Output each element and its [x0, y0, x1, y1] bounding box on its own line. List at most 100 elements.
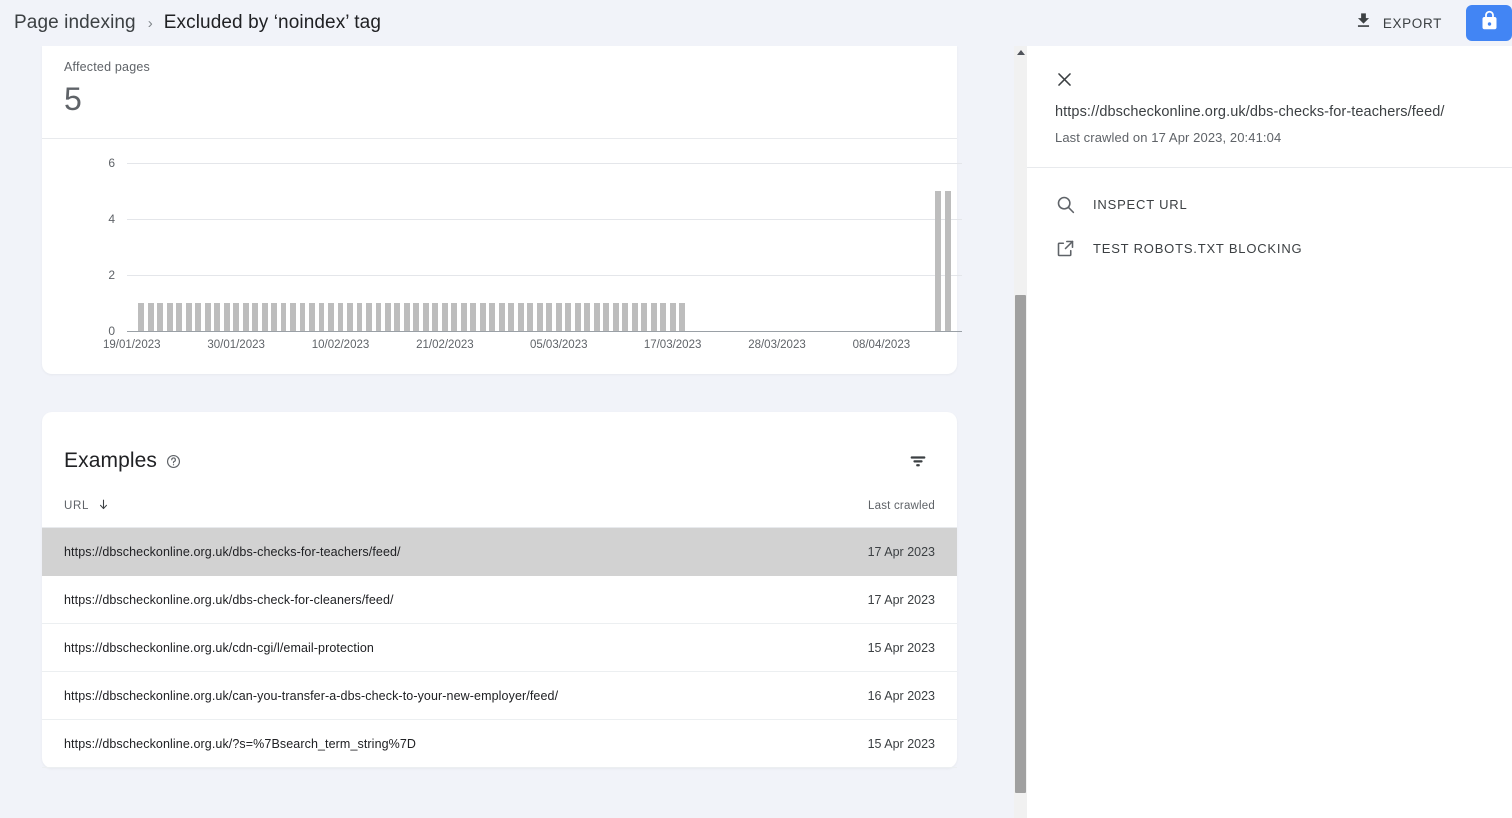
- chart-bar[interactable]: [451, 303, 458, 331]
- chart-bar[interactable]: [309, 303, 315, 331]
- chart-bar[interactable]: [328, 303, 334, 331]
- filter-icon[interactable]: [901, 444, 935, 478]
- chart-bar[interactable]: [138, 303, 145, 331]
- chart-bar[interactable]: [527, 303, 534, 331]
- chart-bar[interactable]: [356, 303, 363, 331]
- chart-bar[interactable]: [489, 303, 496, 331]
- chart-bar[interactable]: [337, 303, 344, 331]
- chart-bar[interactable]: [347, 303, 353, 331]
- table-row[interactable]: https://dbscheckonline.org.uk/cdn-cgi/l/…: [42, 624, 957, 672]
- chart-bar[interactable]: [176, 303, 183, 331]
- scrollbar-thumb[interactable]: [1015, 295, 1026, 793]
- chart-bar[interactable]: [280, 303, 287, 331]
- chart-bar[interactable]: [394, 303, 401, 331]
- lock-icon: [1479, 10, 1500, 36]
- chart-bar[interactable]: [366, 303, 372, 331]
- chart-bar[interactable]: [631, 303, 638, 331]
- inspect-url-label: INSPECT URL: [1093, 196, 1188, 212]
- column-header-url[interactable]: URL: [64, 498, 110, 514]
- chart-bar[interactable]: [384, 303, 391, 331]
- chart-bar[interactable]: [271, 303, 277, 331]
- chart-bar[interactable]: [204, 303, 211, 331]
- test-robots-txt-blocking-action[interactable]: TEST ROBOTS.TXT BLOCKING: [1027, 226, 1512, 270]
- chart-bar[interactable]: [299, 303, 306, 331]
- export-button[interactable]: EXPORT: [1346, 6, 1450, 40]
- chart-bar[interactable]: [641, 303, 648, 331]
- chart-bar[interactable]: [223, 303, 230, 331]
- sort-descending-arrow-icon: [97, 498, 110, 514]
- chart-bar[interactable]: [660, 303, 667, 331]
- chart-bar[interactable]: [195, 303, 202, 331]
- chart-bar[interactable]: [622, 303, 629, 331]
- table-row[interactable]: https://dbscheckonline.org.uk/can-you-tr…: [42, 672, 957, 720]
- chart-bar[interactable]: [375, 303, 382, 331]
- chart-bar[interactable]: [252, 303, 259, 331]
- examples-table-header: URL Last crawled: [42, 484, 957, 528]
- chart-bar[interactable]: [669, 303, 676, 331]
- chart-bar[interactable]: [612, 303, 619, 331]
- chart-x-axis-labels: 19/01/2023 30/01/2023 10/02/2023 21/02/2023…: [103, 339, 962, 359]
- chart-bar[interactable]: [214, 303, 221, 331]
- breadcrumb-separator-icon: ›: [147, 14, 153, 32]
- chart-bar[interactable]: [508, 303, 515, 331]
- chart-bar[interactable]: [944, 191, 951, 331]
- chart-bar[interactable]: [432, 303, 439, 331]
- security-lock-button[interactable]: [1466, 5, 1512, 41]
- table-row-url: https://dbscheckonline.org.uk/can-you-tr…: [64, 688, 559, 703]
- chart-bar[interactable]: [565, 303, 572, 331]
- main-content-scroll-area: Affected pages 5 0 2 4 6 19/01/2023 30/01/20…: [0, 46, 1015, 818]
- chart-bar[interactable]: [185, 303, 192, 331]
- inspect-url-action[interactable]: INSPECT URL: [1027, 182, 1512, 226]
- chart-bar[interactable]: [422, 303, 429, 331]
- chart-bar[interactable]: [593, 303, 600, 331]
- table-row-last-crawled: 16 Apr 2023: [867, 688, 935, 703]
- chart-bar[interactable]: [517, 303, 524, 331]
- chart-x-tick-label: 17/03/2023: [643, 339, 702, 351]
- column-header-url-label: URL: [64, 499, 90, 512]
- chart-bar[interactable]: [935, 191, 942, 331]
- affected-pages-label: Affected pages: [64, 60, 150, 74]
- close-panel-button[interactable]: [1027, 46, 1087, 94]
- chart-bar[interactable]: [584, 303, 591, 331]
- affected-pages-chart-card: Affected pages 5 0 2 4 6 19/01/2023 30/01/20…: [42, 46, 962, 374]
- column-header-last-crawled[interactable]: Last crawled: [868, 500, 935, 512]
- chart-bar[interactable]: [157, 303, 164, 331]
- table-row[interactable]: https://dbscheckonline.org.uk/dbs-checks…: [42, 528, 957, 576]
- table-row-last-crawled: 17 Apr 2023: [867, 544, 935, 559]
- chart-bars: [127, 163, 962, 331]
- breadcrumb-root-link[interactable]: Page indexing: [14, 12, 136, 34]
- chart-bar[interactable]: [470, 303, 477, 331]
- chart-bar[interactable]: [261, 303, 268, 331]
- chart-bar[interactable]: [166, 303, 173, 331]
- table-row[interactable]: https://dbscheckonline.org.uk/dbs-check-…: [42, 576, 957, 624]
- help-icon[interactable]: [166, 454, 181, 469]
- chart-bar[interactable]: [441, 303, 448, 331]
- chart-bar[interactable]: [555, 303, 562, 331]
- main-scrollbar[interactable]: [1014, 46, 1027, 818]
- table-row[interactable]: https://dbscheckonline.org.uk/?s=%7Bsear…: [42, 720, 957, 768]
- chart-bar[interactable]: [413, 303, 420, 331]
- chart-bar[interactable]: [318, 303, 325, 331]
- chart-x-tick-label: 28/03/2023: [748, 339, 806, 351]
- chart-bar[interactable]: [479, 303, 486, 331]
- top-app-bar: Page indexing › Excluded by ‘noindex’ ta…: [0, 0, 1512, 46]
- page-title: Excluded by ‘noindex’ tag: [163, 12, 382, 33]
- chart-bar[interactable]: [603, 303, 610, 331]
- table-row-last-crawled: 17 Apr 2023: [867, 592, 935, 607]
- chart-bar[interactable]: [290, 303, 296, 331]
- chart-bar[interactable]: [498, 303, 505, 331]
- chart-bar[interactable]: [460, 303, 467, 331]
- chart-bar[interactable]: [650, 303, 657, 331]
- chart-bar[interactable]: [546, 303, 553, 331]
- chart-bar[interactable]: [574, 303, 581, 331]
- examples-header: Examples: [42, 412, 957, 484]
- chart-bar[interactable]: [536, 303, 543, 331]
- scroll-up-arrow-icon[interactable]: [1014, 46, 1027, 59]
- chart-bar[interactable]: [242, 303, 249, 331]
- chart-bar[interactable]: [147, 303, 154, 331]
- chart-bar[interactable]: [233, 303, 240, 331]
- close-icon: [1055, 70, 1074, 94]
- chart-bar[interactable]: [403, 303, 410, 331]
- chart-bar[interactable]: [679, 303, 686, 331]
- url-detail-panel: https://dbscheckonline.org.uk/dbs-checks…: [1027, 46, 1512, 818]
